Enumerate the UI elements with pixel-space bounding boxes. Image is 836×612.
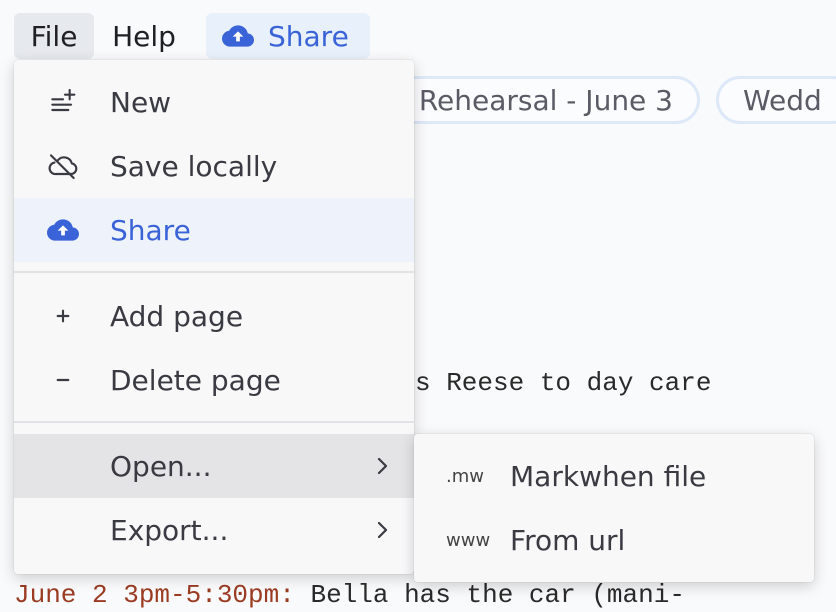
menu-item-label: Add page xyxy=(110,299,244,333)
menu-item-delete-page[interactable]: Delete page xyxy=(14,348,414,412)
menubar: File Help Share xyxy=(0,0,836,60)
page-tab-wedding[interactable]: Wedd xyxy=(716,76,836,124)
file-extension-icon: .mw xyxy=(446,465,484,487)
open-submenu: .mw Markwhen file www From url xyxy=(414,434,814,582)
menubar-file-label: File xyxy=(30,19,78,53)
menubar-share-label: Share xyxy=(268,19,349,53)
cloud-upload-icon xyxy=(222,25,254,47)
file-menu-dropdown: New Save locally Share Add page Delete p… xyxy=(14,60,414,574)
menu-item-label: Open... xyxy=(110,449,212,483)
page-tab-label: Wedd xyxy=(743,83,822,117)
editor-line[interactable]: June 2 3pm-5:30pm: Bella has the car (ma… xyxy=(14,580,685,610)
menubar-help-label: Help xyxy=(112,19,176,53)
page-tab-label: Rehearsal - June 3 xyxy=(418,83,673,117)
submenu-item-label: Markwhen file xyxy=(510,459,707,493)
menu-item-label: Delete page xyxy=(110,363,281,397)
menubar-help[interactable]: Help xyxy=(106,13,182,59)
chevron-right-icon xyxy=(377,521,388,539)
menu-item-label: Save locally xyxy=(110,149,278,183)
editor-line[interactable]: s Reese to day care xyxy=(415,368,711,398)
cloud-off-icon xyxy=(46,149,80,183)
menu-item-label: New xyxy=(110,85,172,119)
menu-item-add-page[interactable]: Add page xyxy=(14,284,414,348)
menu-item-label: Share xyxy=(110,213,191,247)
submenu-item-label: From url xyxy=(510,523,626,557)
menu-item-share[interactable]: Share xyxy=(14,198,414,262)
new-sparkle-icon xyxy=(46,85,80,119)
menu-divider xyxy=(14,421,414,423)
menu-item-open[interactable]: Open... xyxy=(14,434,414,498)
menu-item-save-locally[interactable]: Save locally xyxy=(14,134,414,198)
web-icon: www xyxy=(446,529,491,551)
submenu-item-from-url[interactable]: www From url xyxy=(414,508,814,572)
menubar-file[interactable]: File xyxy=(14,13,94,59)
menu-item-label: Export... xyxy=(110,513,229,547)
minus-icon xyxy=(46,363,80,397)
chevron-right-icon xyxy=(377,457,388,475)
submenu-item-markwhen-file[interactable]: .mw Markwhen file xyxy=(414,444,814,508)
cloud-upload-icon xyxy=(46,213,80,247)
menu-item-export[interactable]: Export... xyxy=(14,498,414,562)
plus-icon xyxy=(46,299,80,333)
menubar-share-button[interactable]: Share xyxy=(206,13,370,59)
menu-divider xyxy=(14,271,414,273)
event-text: Bella has the car (mani- xyxy=(294,580,685,610)
event-date: June 2 3pm-5:30pm: xyxy=(14,580,295,610)
menu-item-new[interactable]: New xyxy=(14,70,414,134)
